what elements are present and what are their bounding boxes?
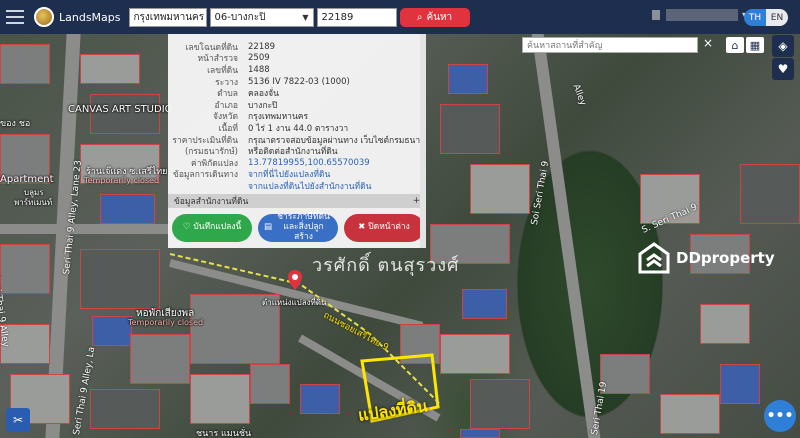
parcel-info-table: เลขโฉนดที่ดิน 22189 หน้าสำรวจ 2509 เลขที่ดิน… (168, 41, 426, 192)
heart-icon: ♡ (182, 222, 191, 233)
map-label-temp-closed-2: Temporarily closed (128, 318, 204, 327)
search-button[interactable]: ⌕ ค้นหา (399, 7, 470, 27)
road-label-alley-top: Alley (570, 82, 588, 108)
document-icon: ▤ (264, 222, 273, 233)
bookmark-parcel-label: บันทึกแปลงนี้ (193, 222, 242, 233)
ddproperty-watermark: DDproperty (638, 242, 775, 274)
flag-icon (652, 10, 660, 20)
pay-land-tax-button[interactable]: ▤ ชำระภาษีที่ดินและสิ่งปลูกสร้าง (258, 212, 338, 242)
landsmaps-logo[interactable] (34, 7, 54, 27)
grid-icon[interactable]: ▦ (746, 37, 764, 53)
tools-icon[interactable]: ✂ (6, 408, 30, 432)
search-icon: ⌕ (416, 11, 423, 23)
road-label-soi-seri-thai: Soi Seri Thai 9 (530, 160, 552, 226)
parcel-info-panel: เลขโฉนดที่ดิน 22189 หน้าสำรวจ 2509 เลขที่ดิน… (168, 34, 426, 248)
pay-land-tax-label: ชำระภาษีที่ดินและสิ่งปลูกสร้าง (277, 212, 330, 242)
province-select[interactable]: กรุงเทพมหานคร ▼ (128, 7, 214, 27)
map-label-parcel-position: ตำแหน่งแปลงที่ดิน (262, 298, 327, 307)
info-row-value[interactable]: จากแปลงที่ดินไปยังสำนักงานที่ดิน (248, 179, 426, 193)
land-office-section[interactable]: ข้อมูลสำนักงานที่ดิน + (168, 194, 426, 208)
province-select-value: กรุงเทพมหานคร (133, 11, 205, 23)
map-label-apartment[interactable]: Apartment (0, 174, 54, 185)
panel-scrollbar[interactable] (420, 34, 426, 248)
user-name-redacted (666, 9, 738, 21)
lang-th-button[interactable]: TH (744, 9, 766, 26)
hamburger-menu-icon[interactable] (6, 10, 24, 24)
layers-icon[interactable]: ◈ (772, 35, 794, 57)
location-pin-icon[interactable] (288, 270, 302, 290)
info-row-value: 22189 (248, 41, 276, 52)
district-select-value: 06-บางกะปิ (214, 11, 266, 23)
bookmark-parcel-button[interactable]: ♡ บันทึกแปลงนี้ (172, 214, 252, 242)
expand-plus-icon[interactable]: + (413, 196, 420, 206)
parcel-number-input[interactable]: 22189 (316, 7, 397, 27)
search-button-label: ค้นหา (426, 11, 453, 23)
map-label-apartment-thai-2: พาร์ทเมนท์ (14, 198, 53, 207)
ddproperty-brand: DDproperty (676, 249, 775, 267)
info-row-key: ข้อมูลการเดินทาง (173, 170, 238, 181)
info-row-value: หรือติดต่อสำนักงานที่ดิน (248, 147, 338, 158)
clear-search-close-icon[interactable]: × (703, 36, 713, 50)
user-menu[interactable]: ▼ (652, 9, 748, 21)
home-icon[interactable]: ⌂ (726, 37, 744, 53)
close-icon: ✖ (358, 222, 366, 233)
chevron-down-icon: ▼ (302, 12, 309, 22)
chat-more-icon[interactable]: ••• (764, 400, 796, 432)
map-label-canvas[interactable]: CANVAS ART STUDIO (68, 104, 173, 115)
map-label-thai-left: ของ ชอ (0, 119, 31, 129)
language-toggle: TH EN (744, 9, 788, 26)
map-label-bottom: ชนาร แมนชั่น (196, 429, 252, 438)
close-window-button[interactable]: ✖ ปิดหน้าต่าง (344, 214, 424, 242)
land-office-label: ข้อมูลสำนักงานที่ดิน (174, 197, 249, 207)
map-label-temp-closed-1: Temporarily closed (84, 176, 160, 185)
lang-en-button[interactable]: EN (766, 9, 788, 26)
info-row-value[interactable]: 13.77819955,100.65570039 (248, 158, 426, 168)
info-row-value: 1488 (248, 64, 270, 75)
district-select[interactable]: 06-บางกะปิ ▼ (209, 7, 314, 27)
place-search-input[interactable]: ค้นหาสถานที่สำคัญ (522, 37, 698, 53)
info-row-value: 5136 IV 7822-03 (1000) (248, 76, 350, 87)
watermark-owner-name: วรศักดิ์ ตนสุรวงศ์ (312, 255, 460, 276)
info-row: จากแปลงที่ดินไปยังสำนักงานที่ดิน (168, 180, 426, 192)
brand-name: LandsMaps (59, 10, 121, 24)
close-window-label: ปิดหน้าต่าง (368, 222, 410, 233)
info-row-value: 2509 (248, 53, 270, 64)
ddproperty-logo-icon (638, 242, 670, 274)
favorites-heart-icon[interactable]: ♥ (772, 58, 794, 80)
